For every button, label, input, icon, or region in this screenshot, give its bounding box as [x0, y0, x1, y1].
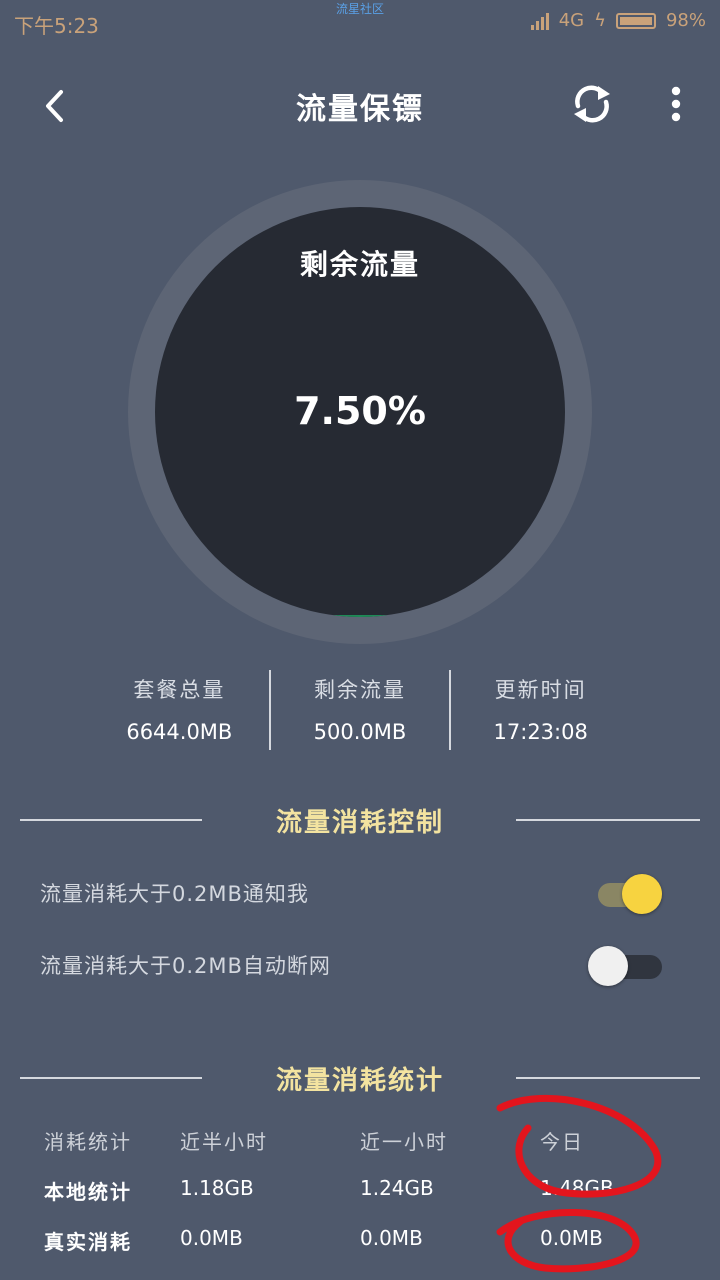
status-bar: 下午5:23 流星社区 4G ϟ 98%	[0, 0, 720, 44]
table-row: 本地统计 1.18GB 1.24GB 1.48GB	[44, 1168, 684, 1218]
table-cell: 1.24GB	[360, 1176, 434, 1200]
summary-updated: 更新时间 17:23:08	[449, 670, 630, 750]
stats-section-heading: 流量消耗统计	[20, 1058, 700, 1098]
table-row: 真实消耗 0.0MB 0.0MB 0.0MB	[44, 1218, 684, 1268]
refresh-button[interactable]	[566, 78, 618, 130]
setting-auto-disconnect: 流量消耗大于0.2MB自动断网	[40, 940, 680, 990]
summary-value: 6644.0MB	[126, 720, 233, 744]
table-cell: 1.18GB	[180, 1176, 254, 1200]
toggle-knob	[588, 946, 628, 986]
row-label: 真实消耗	[44, 1230, 132, 1254]
gauge-fill	[155, 615, 565, 617]
stats-table: 消耗统计 近半小时 近一小时 今日 本地统计 1.18GB 1.24GB 1.4…	[44, 1118, 684, 1268]
signal-icon	[530, 12, 549, 30]
table-cell: 0.0MB	[360, 1226, 423, 1250]
summary-panel: 套餐总量 6644.0MB 剩余流量 500.0MB 更新时间 17:23:08	[90, 670, 630, 750]
setting-notify: 流量消耗大于0.2MB通知我	[40, 868, 680, 918]
summary-remaining: 剩余流量 500.0MB	[268, 670, 450, 750]
summary-value: 500.0MB	[313, 720, 407, 744]
summary-label: 剩余流量	[314, 678, 406, 702]
setting-auto-disconnect-label: 流量消耗大于0.2MB自动断网	[40, 954, 331, 978]
gauge-label: 剩余流量	[299, 248, 420, 281]
column-header: 今日	[540, 1130, 584, 1154]
charging-icon: ϟ	[594, 10, 606, 31]
more-button[interactable]	[652, 78, 700, 130]
divider	[516, 819, 700, 821]
table-cell: 1.48GB	[540, 1176, 614, 1200]
gauge-inner: 剩余流量 7.50%	[155, 207, 565, 617]
summary-label: 更新时间	[494, 678, 587, 702]
network-type: 4G	[558, 10, 585, 31]
control-section-heading: 流量消耗控制	[20, 800, 700, 840]
more-vertical-icon	[671, 86, 681, 122]
table-cell: 0.0MB	[540, 1226, 603, 1250]
summary-value: 17:23:08	[493, 720, 588, 744]
column-header: 近一小时	[360, 1130, 448, 1154]
setting-notify-label: 流量消耗大于0.2MB通知我	[40, 882, 309, 906]
auto-disconnect-toggle[interactable]	[588, 946, 662, 986]
gauge-value: 7.50%	[294, 389, 426, 433]
column-header: 消耗统计	[44, 1130, 132, 1154]
battery-icon	[615, 12, 656, 29]
remaining-gauge: 剩余流量 7.50%	[128, 180, 592, 644]
app-bar: 流量保镖	[0, 60, 720, 150]
divider	[516, 1077, 700, 1079]
refresh-icon	[574, 85, 610, 123]
toggle-knob	[622, 874, 662, 914]
status-right: 4G ϟ 98%	[530, 10, 706, 31]
battery-level: 98%	[665, 10, 706, 31]
notify-toggle[interactable]	[596, 874, 662, 914]
table-cell: 0.0MB	[180, 1226, 243, 1250]
summary-total: 套餐总量 6644.0MB	[90, 670, 269, 750]
row-label: 本地统计	[44, 1180, 132, 1204]
stats-header-row: 消耗统计 近半小时 近一小时 今日	[44, 1118, 684, 1168]
column-header: 近半小时	[180, 1130, 268, 1154]
summary-label: 套餐总量	[133, 678, 226, 702]
